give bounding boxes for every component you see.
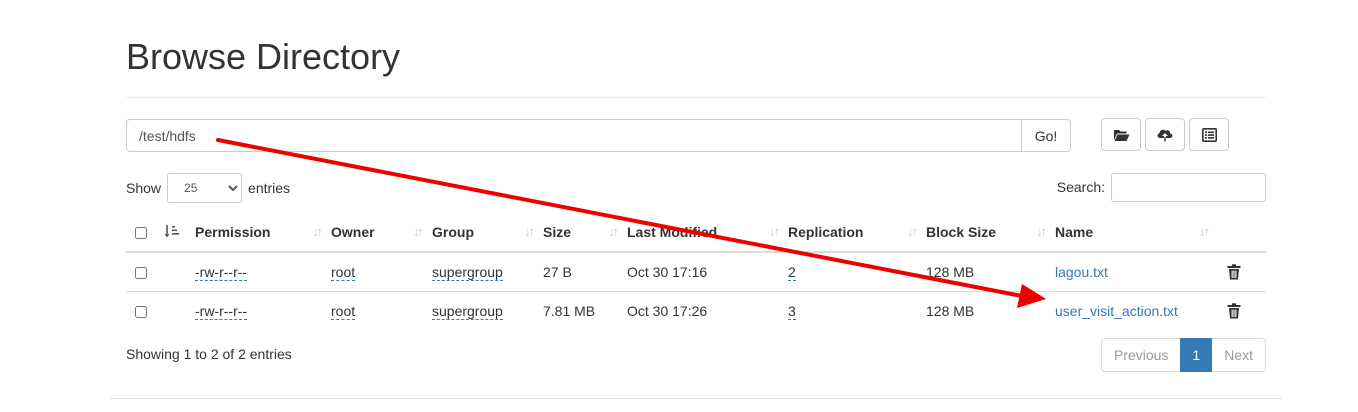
sort-both-icon: ↓↑ [413, 224, 424, 239]
search-label: Search: [1056, 179, 1105, 195]
list-alt-icon [1201, 127, 1217, 142]
title-divider [126, 97, 1266, 98]
column-header-replication[interactable]: Replication ↓↑ [788, 213, 926, 253]
block-size-cell: 128 MB [926, 291, 1055, 330]
row-select-cell [126, 252, 156, 292]
owner-value[interactable]: root [331, 303, 356, 320]
name-cell: lagou.txt [1055, 252, 1218, 292]
directory-path-input[interactable] [126, 119, 1022, 152]
replication-value[interactable]: 2 [788, 264, 796, 281]
page-1-button[interactable]: 1 [1180, 338, 1213, 372]
table-header-row: Permission ↓↑ Owner ↓↑ Group ↓↑ Size ↓↑ … [126, 213, 1266, 253]
sort-both-icon: ↓↑ [524, 224, 535, 239]
page-length-control: Show 25 entries [126, 173, 290, 203]
select-all-header [126, 213, 156, 253]
column-label: Last Modified [627, 224, 718, 240]
owner-cell: root [331, 252, 432, 292]
sort-both-icon: ↓↑ [608, 224, 619, 239]
sort-column-header[interactable] [156, 213, 195, 253]
file-table: Permission ↓↑ Owner ↓↑ Group ↓↑ Size ↓↑ … [126, 213, 1266, 330]
column-label: Size [543, 224, 572, 240]
row-checkbox[interactable] [135, 267, 147, 280]
footer-divider [110, 398, 1282, 399]
actions-cell [1218, 252, 1266, 292]
sort-both-icon: ↓↑ [907, 224, 918, 239]
file-name-link[interactable]: user_visit_action.txt [1055, 303, 1178, 319]
previous-page-button[interactable]: Previous [1100, 338, 1181, 372]
next-page-button[interactable]: Next [1212, 338, 1266, 372]
group-cell: supergroup [432, 291, 543, 330]
replication-cell: 2 [788, 252, 926, 292]
sort-both-icon: ↓↑ [769, 224, 780, 239]
group-value[interactable]: supergroup [432, 264, 503, 281]
select-all-checkbox[interactable] [135, 227, 147, 240]
column-header-permission[interactable]: Permission ↓↑ [195, 213, 331, 253]
browse-directory-page: Browse Directory Go! Show 25 entries [126, 0, 1266, 412]
page-title: Browse Directory [126, 36, 401, 77]
cut-paste-button[interactable] [1189, 118, 1229, 151]
column-label: Permission [195, 224, 271, 240]
name-cell: user_visit_action.txt [1055, 291, 1218, 330]
empty-cell [156, 252, 195, 292]
path-bar: Go! [126, 119, 1071, 152]
row-select-cell [126, 291, 156, 330]
size-cell: 27 B [543, 264, 572, 280]
actions-cell [1218, 291, 1266, 330]
folder-open-icon [1113, 129, 1129, 141]
replication-cell: 3 [788, 291, 926, 330]
permission-cell: -rw-r--r-- [195, 291, 331, 330]
sort-both-icon: ↓↑ [1036, 224, 1047, 239]
block-size-cell: 128 MB [926, 264, 975, 280]
search-input[interactable] [1111, 172, 1266, 202]
sort-amount-icon [164, 225, 179, 238]
row-checkbox[interactable] [135, 306, 147, 319]
owner-cell: root [331, 291, 432, 330]
column-header-block-size[interactable]: Block Size ↓↑ [926, 213, 1055, 253]
go-button[interactable]: Go! [1022, 119, 1071, 152]
sort-both-icon: ↓↑ [1199, 224, 1210, 239]
sort-both-icon: ↓↑ [312, 224, 323, 239]
modified-cell: Oct 30 17:26 [627, 291, 788, 330]
group-value[interactable]: supergroup [432, 303, 503, 320]
column-label: Group [432, 224, 474, 240]
column-header-last-modified[interactable]: Last Modified ↓↑ [627, 213, 788, 253]
column-header-size[interactable]: Size ↓↑ [543, 213, 627, 253]
trash-icon[interactable] [1227, 303, 1241, 319]
file-name-link[interactable]: lagou.txt [1055, 264, 1108, 280]
page-size-select[interactable]: 25 [167, 173, 243, 203]
permission-value[interactable]: -rw-r--r-- [195, 264, 248, 281]
owner-value[interactable]: root [331, 264, 356, 281]
size-cell: 7.81 MB [543, 291, 627, 330]
permission-cell: -rw-r--r-- [195, 252, 331, 292]
upload-files-button[interactable] [1145, 118, 1185, 151]
trash-icon[interactable] [1227, 264, 1241, 280]
column-label: Replication [788, 224, 864, 240]
column-label: Name [1055, 224, 1094, 240]
replication-value[interactable]: 3 [788, 303, 796, 320]
actions-header [1218, 213, 1266, 253]
table-info: Showing 1 to 2 of 2 entries [126, 346, 292, 362]
table-row: -rw-r--r-- root supergroup 7.81 MB Oct 3… [126, 291, 1266, 330]
cloud-upload-icon [1157, 129, 1173, 142]
show-label: Show [126, 180, 162, 196]
permission-value[interactable]: -rw-r--r-- [195, 303, 248, 320]
search-control: Search: [1056, 172, 1266, 202]
column-label: Owner [331, 224, 375, 240]
empty-cell [156, 291, 195, 330]
column-header-group[interactable]: Group ↓↑ [432, 213, 543, 253]
column-header-name[interactable]: Name ↓↑ [1055, 213, 1218, 253]
entries-label: entries [248, 180, 291, 196]
modified-cell: Oct 30 17:16 [627, 264, 708, 280]
group-cell: supergroup [432, 252, 543, 292]
column-header-owner[interactable]: Owner ↓↑ [331, 213, 432, 253]
pagination: Previous 1 Next [1100, 338, 1266, 372]
column-label: Block Size [926, 224, 997, 240]
create-directory-button[interactable] [1101, 118, 1141, 151]
table-row: -rw-r--r-- root supergroup 27 B Oct 30 1… [126, 252, 1266, 292]
